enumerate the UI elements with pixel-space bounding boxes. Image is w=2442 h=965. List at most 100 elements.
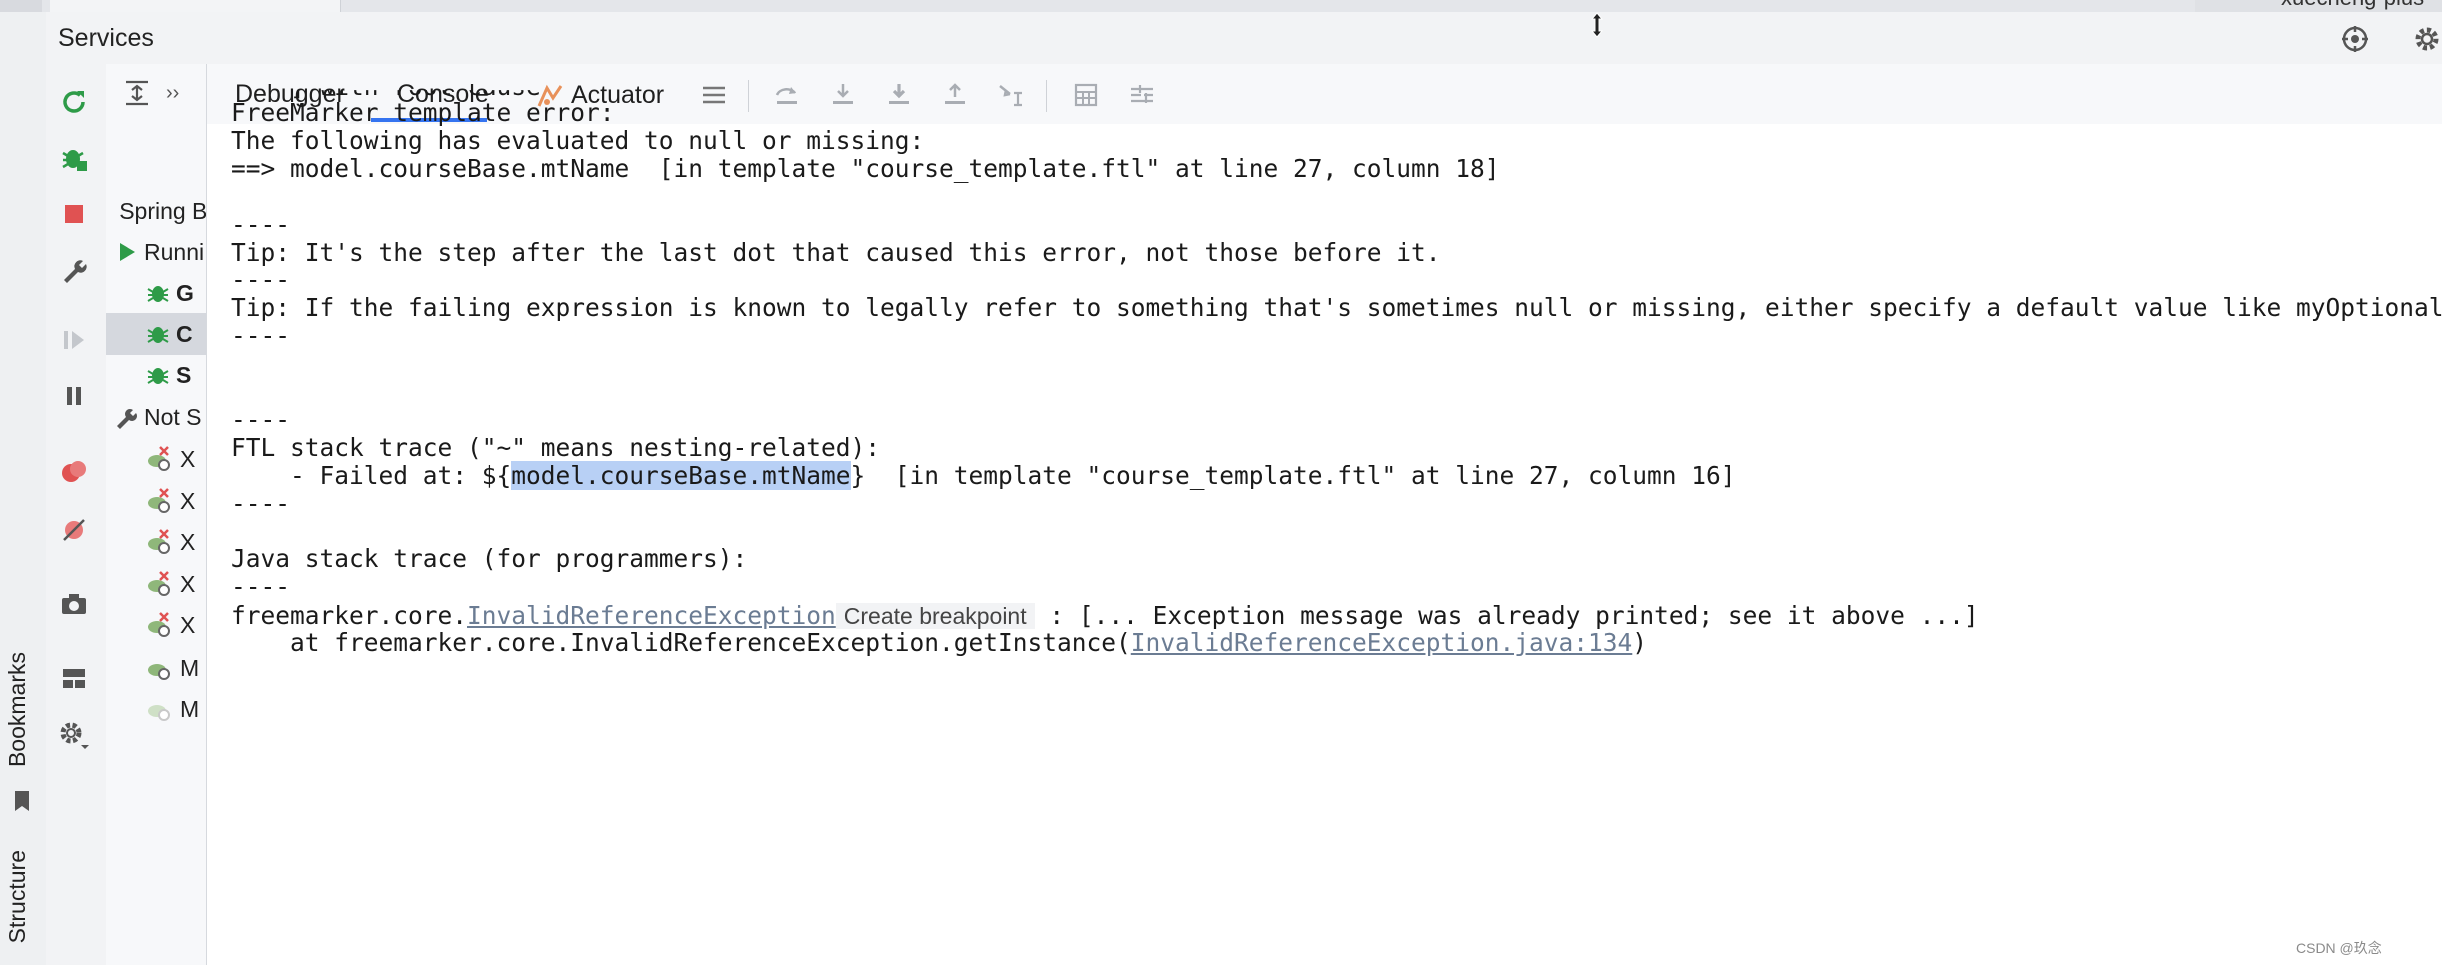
hamburger-icon (703, 86, 725, 104)
step-out-icon (945, 83, 965, 104)
debug-bug-icon (147, 286, 169, 302)
exception-class-link[interactable]: InvalidReferenceException (467, 601, 836, 630)
console-line: Tip: If the failing expression is known … (231, 293, 2442, 322)
threads-menu-button[interactable] (697, 78, 731, 112)
console-line: ---- (231, 265, 290, 294)
calculator-icon (1074, 83, 1098, 107)
evaluate-expression-button[interactable] (1069, 78, 1103, 112)
gear-icon (60, 722, 89, 749)
console-line-text: Tip: It's the step after the last dot th… (231, 237, 1441, 267)
tree-item[interactable]: X (106, 521, 206, 563)
screenshot-button[interactable] (56, 586, 92, 622)
console-line-text: Tip: If the failing expression is known … (231, 293, 2442, 323)
structure-tool-tab[interactable]: Structure (4, 850, 31, 943)
tree-item-label: Runni (144, 238, 205, 265)
settings-button[interactable] (56, 718, 92, 754)
editor-tab-stub[interactable] (50, 0, 341, 12)
run-to-cursor-button[interactable] (994, 78, 1028, 112)
console-line-text: ---- (231, 321, 291, 351)
create-breakpoint-tooltip[interactable]: Create breakpoint (835, 603, 1035, 630)
tree-item-label: M (180, 695, 200, 722)
trace-stream-button[interactable] (1125, 78, 1159, 112)
services-tree: ›› ⠂Spring BRunniGCSNot SXXXXXMM (106, 64, 207, 965)
tree-item[interactable]: Runni (106, 231, 206, 273)
step-out-button[interactable] (938, 78, 972, 112)
debug-bug-icon (62, 150, 87, 171)
step-over-button[interactable] (770, 78, 804, 112)
tree-item[interactable]: X (106, 563, 206, 605)
console-line: Java stack trace (for programmers): (231, 544, 747, 573)
configure-button[interactable] (56, 252, 92, 288)
target-icon[interactable] (2340, 24, 2370, 54)
tree-item[interactable]: S (106, 354, 206, 396)
console-line-text: Java stack trace (for programmers): (231, 544, 748, 574)
source-file-link[interactable]: InvalidReferenceException.java:134 (1131, 628, 1633, 657)
spring-app-error-icon (148, 612, 170, 637)
resize-cursor-icon (1590, 12, 1604, 38)
tree-item[interactable]: X (106, 480, 206, 522)
failed-at-suffix: } [in template "course_template.ftl" at … (850, 460, 1736, 490)
tree-item[interactable]: G (106, 272, 206, 314)
spring-app-error-icon (148, 446, 170, 471)
tree-item[interactable]: ⠂ Spring B (106, 190, 206, 232)
more-chevron-icon[interactable]: ›› (166, 82, 179, 105)
watermark: CSDN @玖念 (2296, 940, 2382, 956)
selected-expression[interactable]: model.courseBase.mtName (511, 460, 851, 490)
debug-button[interactable] (56, 140, 92, 176)
tree-item-label: X (180, 528, 196, 555)
tree-item[interactable]: X (106, 604, 206, 646)
resume-button[interactable] (56, 322, 92, 358)
debug-bug-icon (147, 368, 169, 384)
tree-item-label: X (180, 487, 196, 514)
rerun-icon (63, 91, 85, 113)
console-line: Tip: It's the step after the last dot th… (231, 238, 1441, 267)
layout-icon (63, 669, 85, 688)
editor-tab-stub[interactable] (0, 0, 42, 12)
mute-breakpoints-button[interactable] (56, 512, 92, 548)
project-tab-label: xuecheng-plus (2281, 0, 2424, 10)
step-over-icon (775, 87, 797, 104)
tree-item[interactable]: M (106, 647, 206, 689)
tree-item[interactable]: Not S (106, 396, 206, 438)
console-line-text: ==> model.courseBase.mtName [in template… (231, 153, 1500, 183)
console-line: FTL stack trace ("~" means nesting-relat… (231, 433, 880, 462)
rerun-button[interactable] (56, 84, 92, 120)
tree-toolbar: ›› (106, 72, 206, 114)
bookmarks-label: Bookmarks (4, 652, 30, 768)
project-tab-stub[interactable]: xuecheng-plus (2195, 0, 2442, 12)
console-line: FreeMarker template error: (231, 98, 615, 127)
spring-app-icon (148, 664, 170, 680)
mute-breakpoints-icon (63, 519, 85, 541)
services-title-bar (46, 12, 2442, 65)
console-line-text: ---- (231, 209, 291, 239)
spring-boot-icon: ⠂ (106, 201, 113, 222)
tree-item[interactable]: C (106, 313, 206, 355)
view-breakpoints-button[interactable] (56, 454, 92, 490)
spring-app-error-icon (148, 488, 170, 513)
tree-item[interactable]: X (106, 438, 206, 480)
step-into-icon (833, 84, 853, 104)
toolbar-separator (748, 80, 749, 112)
tree-item[interactable]: M (106, 688, 206, 730)
tree-item-label: X (180, 445, 196, 472)
tree-item-label: M (180, 654, 200, 681)
step-into-button[interactable] (826, 78, 860, 112)
bookmarks-tool-tab[interactable]: Bookmarks (4, 652, 31, 767)
stack-at-prefix: at freemarker.core.InvalidReferenceExcep… (231, 628, 1131, 658)
console-line: ---- (231, 321, 290, 350)
failed-at-prefix: - Failed at: ${ (231, 460, 512, 490)
stop-button[interactable] (56, 196, 92, 232)
layout-button[interactable] (56, 660, 92, 696)
bookmark-icon (15, 791, 29, 811)
collapse-all-icon[interactable] (120, 76, 154, 110)
pause-button[interactable] (56, 378, 92, 414)
console-line-text: FreeMarker template error: (231, 98, 615, 127)
trace-icon (1131, 85, 1153, 103)
force-step-into-button[interactable] (882, 78, 916, 112)
stack-at-suffix: ) (1632, 628, 1648, 658)
spring-app-icon (148, 705, 170, 721)
exception-prefix: freemarker.core. (231, 601, 468, 631)
console-line-text: The following has evaluated to null or m… (231, 125, 925, 155)
console-line: ---- (231, 405, 290, 434)
gear-icon[interactable] (2412, 24, 2442, 54)
